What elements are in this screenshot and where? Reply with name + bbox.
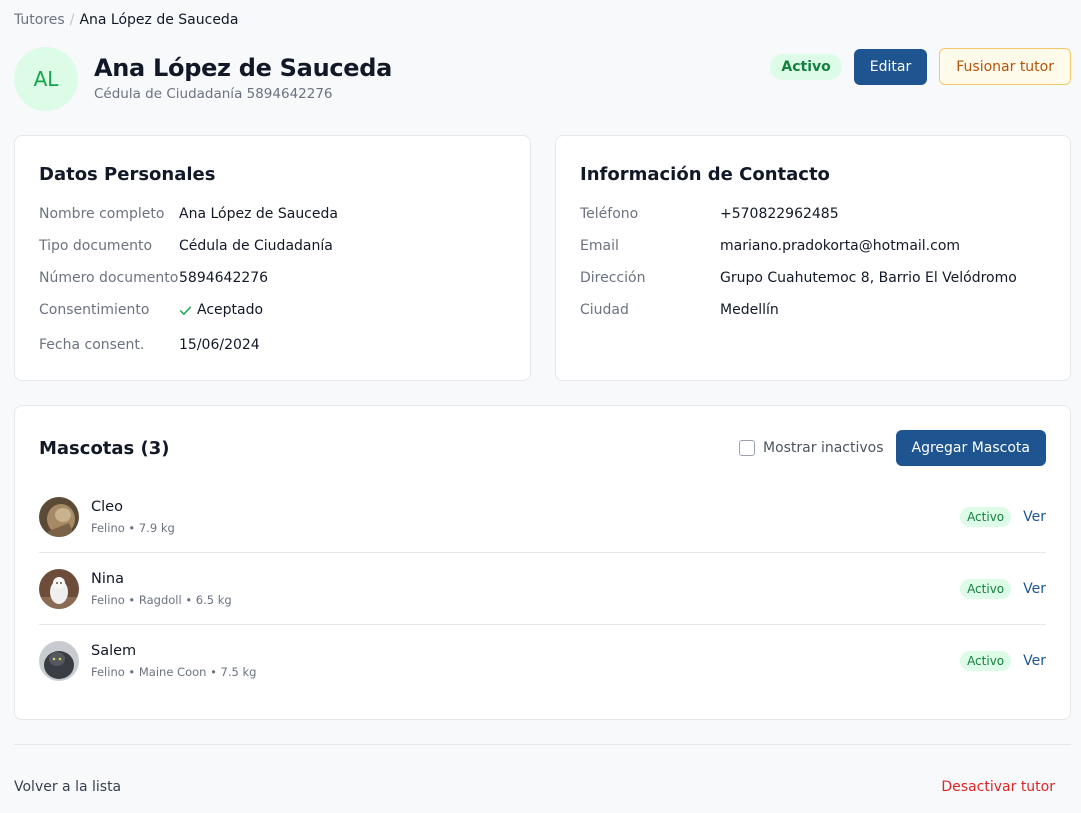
header-actions: Activo Editar Fusionar tutor <box>770 48 1071 85</box>
avatar: AL <box>14 47 78 111</box>
breadcrumb-separator: / <box>69 12 75 28</box>
pet-photo <box>39 641 79 681</box>
detail-label: Número documento <box>39 270 179 286</box>
page-subtitle: Cédula de Ciudadanía 5894642276 <box>94 86 333 102</box>
pet-name: Salem <box>91 643 137 659</box>
list-item: Cleo Felino • 7.9 kg Activo Ver <box>39 481 1046 553</box>
pet-info: Cleo Felino • 7.9 kg <box>91 499 175 535</box>
consent-status-label: Aceptado <box>197 302 264 318</box>
detail-label: Dirección <box>580 270 646 286</box>
pets-actions: Mostrar inactivos Agregar Mascota <box>738 430 1046 466</box>
status-badge: Activo <box>960 651 1012 671</box>
detail-row-phone: Teléfono +570822962485 <box>580 206 1050 238</box>
pet-actions: Activo Ver <box>960 651 1046 671</box>
detail-row-email: Email mariano.pradokorta@hotmail.com <box>580 238 1050 270</box>
check-icon <box>179 306 192 315</box>
pet-info: Salem Felino • Maine Coon • 7.5 kg <box>91 643 256 679</box>
detail-row-full-name: Nombre completo Ana López de Sauceda <box>39 206 510 238</box>
breadcrumb: Tutores / Ana López de Sauceda <box>14 12 238 28</box>
breadcrumb-current: Ana López de Sauceda <box>79 12 239 28</box>
detail-value: Medellín <box>720 302 779 318</box>
pets-card: Mascotas (3) Mostrar inactivos Agregar M… <box>14 405 1071 720</box>
consent-status: Aceptado <box>179 302 263 318</box>
detail-label: Tipo documento <box>39 238 153 254</box>
detail-row-city: Ciudad Medellín <box>580 302 1050 334</box>
detail-label: Ciudad <box>580 302 629 318</box>
detail-label: Consentimiento <box>39 302 150 318</box>
detail-value: Cédula de Ciudadanía <box>179 238 333 254</box>
title-block: Ana López de Sauceda Cédula de Ciudadaní… <box>94 54 392 102</box>
contact-info-title: Información de Contacto <box>580 164 830 185</box>
deactivate-tutor-link[interactable]: Desactivar tutor <box>941 779 1055 795</box>
detail-value: 5894642276 <box>179 270 269 286</box>
status-badge: Activo <box>960 578 1012 599</box>
personal-data-card: Datos Personales Nombre completo Ana Lóp… <box>14 135 531 381</box>
personal-data-list: Nombre completo Ana López de Sauceda Tip… <box>39 206 510 369</box>
add-pet-button[interactable]: Agregar Mascota <box>895 430 1046 466</box>
personal-data-title: Datos Personales <box>39 164 216 185</box>
detail-label: Fecha consent. <box>39 337 145 353</box>
detail-label: Nombre completo <box>39 206 165 222</box>
edit-button[interactable]: Editar <box>853 48 928 85</box>
back-to-list-link[interactable]: Volver a la lista <box>14 779 121 795</box>
pet-meta: Felino • Maine Coon • 7.5 kg <box>91 665 257 679</box>
pet-list: Cleo Felino • 7.9 kg Activo Ver Nina Fel… <box>39 481 1046 697</box>
status-badge: Activo <box>770 53 842 80</box>
pet-actions: Activo Ver <box>960 578 1046 599</box>
list-item: Nina Felino • Ragdoll • 6.5 kg Activo Ve… <box>39 553 1046 625</box>
detail-value: mariano.pradokorta@hotmail.com <box>720 238 961 254</box>
view-pet-link[interactable]: Ver <box>1023 653 1046 669</box>
list-item: Salem Felino • Maine Coon • 7.5 kg Activ… <box>39 625 1046 697</box>
detail-row-doc-number: Número documento 5894642276 <box>39 270 510 302</box>
pet-meta: Felino • Ragdoll • 6.5 kg <box>91 592 232 607</box>
page-header: AL Ana López de Sauceda Cédula de Ciudad… <box>14 47 1071 111</box>
pet-actions: Activo Ver <box>960 506 1046 527</box>
detail-value: Grupo Cuahutemoc 8, Barrio El Velódromo <box>720 270 1017 286</box>
detail-label: Email <box>580 238 619 254</box>
pet-photo <box>39 496 79 537</box>
detail-value: +570822962485 <box>720 206 839 222</box>
detail-row-address: Dirección Grupo Cuahutemoc 8, Barrio El … <box>580 270 1050 302</box>
contact-info-list: Teléfono +570822962485 Email mariano.pra… <box>580 206 1050 334</box>
show-inactive-checkbox[interactable] <box>738 440 755 456</box>
view-pet-link[interactable]: Ver <box>1023 581 1046 597</box>
view-pet-link[interactable]: Ver <box>1023 509 1046 525</box>
detail-label: Teléfono <box>580 206 639 222</box>
footer-divider <box>14 744 1071 745</box>
status-badge: Activo <box>960 506 1012 527</box>
detail-value: 15/06/2024 <box>179 337 260 353</box>
merge-tutor-button[interactable]: Fusionar tutor <box>939 48 1071 85</box>
detail-row-consent: Consentimiento Aceptado <box>39 302 510 337</box>
pet-name: Nina <box>91 570 124 587</box>
pet-info: Nina Felino • Ragdoll • 6.5 kg <box>91 571 232 607</box>
detail-row-consent-date: Fecha consent. 15/06/2024 <box>39 337 510 369</box>
show-inactive-toggle[interactable]: Mostrar inactivos <box>738 440 884 456</box>
pets-title: Mascotas (3) <box>39 438 170 459</box>
pet-photo <box>39 568 79 609</box>
pet-meta: Felino • 7.9 kg <box>91 520 175 535</box>
detail-row-doc-type: Tipo documento Cédula de Ciudadanía <box>39 238 510 270</box>
breadcrumb-tutores-link[interactable]: Tutores <box>14 12 65 28</box>
detail-value: Ana López de Sauceda <box>179 206 338 222</box>
pet-name: Cleo <box>91 498 123 515</box>
show-inactive-label: Mostrar inactivos <box>762 440 884 456</box>
contact-info-card: Información de Contacto Teléfono +570822… <box>555 135 1071 381</box>
page-title: Ana López de Sauceda <box>94 54 393 82</box>
